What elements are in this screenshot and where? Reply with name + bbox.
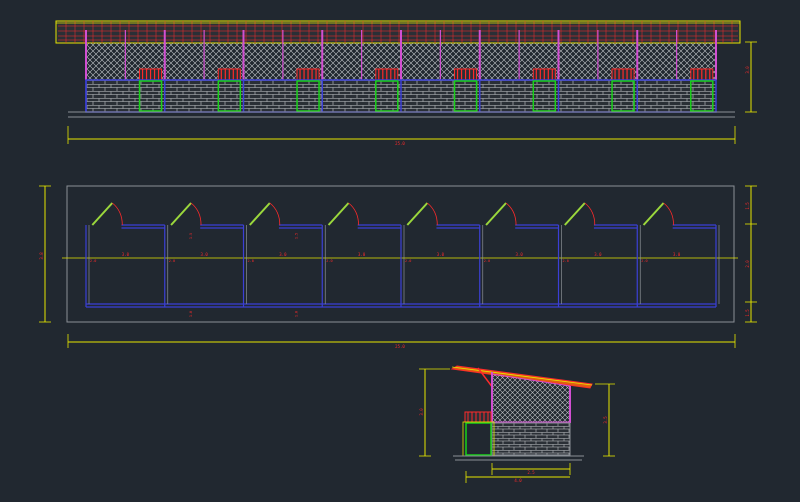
plan-left-dim-text: 3.8	[39, 252, 44, 260]
plan-depth-dim-text: 1.0	[294, 311, 298, 317]
plan-right-dim-text-2: 2.0	[745, 260, 750, 268]
plan-overall-dim-text: 25.0	[395, 344, 405, 349]
plan-depth-dim-text: 1.5	[189, 233, 193, 239]
plan-door-arc	[190, 202, 202, 226]
plan-wall-label: 2.0	[326, 259, 332, 263]
section-right-dim-text: 3.5	[603, 416, 608, 424]
plan-door-arc	[348, 202, 359, 226]
plan-right-dim-text-1: 1.5	[745, 202, 750, 210]
section-door	[465, 422, 492, 456]
plan-wall-label: 2.0	[563, 259, 569, 263]
floor-plan: 3.0 2.0 3.0 2.0 3.0 2.0 3.0 2.0 3.0 2.0 3.0 2.0 3.0 2…	[39, 185, 757, 349]
plan-unit-dim-text: 3.0	[516, 252, 524, 257]
plan-doors	[91, 202, 674, 226]
feeder-icon	[375, 68, 399, 81]
feeder-icon	[532, 68, 556, 81]
plan-unit-dim-text: 3.0	[122, 252, 130, 257]
plan-right-dim-text-3: 1.5	[745, 309, 750, 317]
elevation-height-dim-text: 3.0	[745, 66, 750, 74]
cad-drawing-canvas: 25.0 3.0 3.02.03.02.03.02.03.02.03.02.03…	[39, 20, 757, 483]
feeder-icon	[454, 68, 478, 81]
plan-door-arc	[269, 202, 281, 226]
plan-door-leaf	[327, 202, 350, 226]
plan-door-leaf	[91, 202, 114, 226]
plan-unit-dim-text: 3.0	[201, 252, 209, 257]
plan-wall-label: 2.0	[405, 259, 411, 263]
section-base-dim-text: 4.0	[514, 478, 522, 483]
plan-door-leaf	[406, 202, 429, 226]
feeder-icon	[611, 68, 635, 81]
plan-door-leaf	[170, 202, 192, 226]
section-door-frame	[462, 421, 495, 457]
section-left-dim-text: 3.0	[419, 408, 424, 416]
plan-door-arc	[427, 202, 438, 226]
plan-unit-dim-text: 3.0	[358, 252, 366, 257]
plan-wall-label: 2.0	[169, 259, 175, 263]
feeder-icon	[690, 68, 714, 81]
feeder-icon	[296, 68, 320, 81]
front-elevation: 25.0 3.0	[55, 20, 757, 146]
plan-walls	[85, 224, 720, 308]
section-brick-wall	[491, 422, 571, 456]
elevation-overall-dim-text: 25.0	[395, 141, 405, 146]
plan-door-arc	[505, 202, 517, 226]
feeder-icon	[139, 68, 163, 81]
plan-wall-label: 2.0	[90, 259, 96, 263]
plan-door-leaf	[485, 202, 507, 226]
plan-depth-dim-text: 1.0	[189, 311, 193, 317]
feeder-icon	[217, 68, 241, 81]
section-inner-dim-text: 2.5	[527, 470, 535, 475]
plan-unit-dim-text: 3.0	[673, 252, 681, 257]
plan-depth-dim-text: 1.5	[294, 233, 298, 239]
plan-wall-label: 2.0	[248, 259, 254, 263]
plan-door-leaf	[564, 202, 586, 226]
plan-door-arc	[584, 202, 596, 226]
plan-door-arc	[112, 202, 123, 226]
cross-section: 2.5 4.0 3.0 3.5	[419, 365, 615, 483]
plan-unit-dim-text: 3.0	[279, 252, 287, 257]
plan-unit-dim-text: 3.0	[437, 252, 445, 257]
plan-door-leaf	[642, 202, 665, 226]
plan-door-arc	[663, 202, 674, 226]
plan-wall-label: 2.0	[641, 259, 647, 263]
plan-door-leaf	[249, 202, 271, 226]
plan-wall-label: 2.0	[484, 259, 490, 263]
plan-unit-dim-text: 3.0	[594, 252, 602, 257]
section-feeder-icon	[464, 411, 492, 423]
